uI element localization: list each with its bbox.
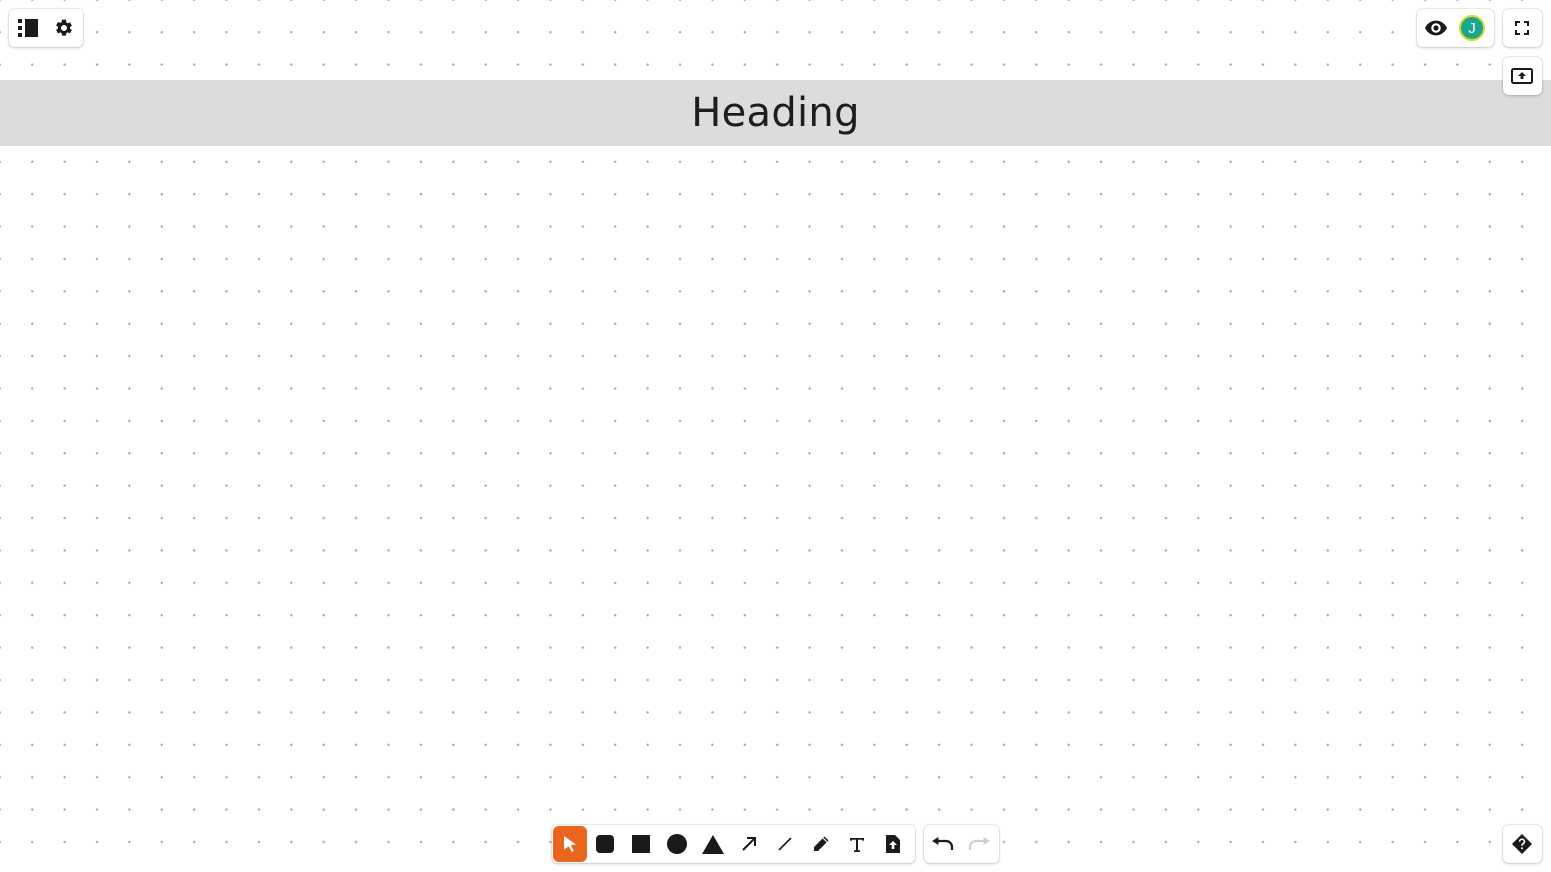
cursor-icon [564,836,576,852]
pages-list-icon [18,19,38,37]
user-avatar-button[interactable]: J [1454,10,1490,46]
fullscreen-icon [1515,21,1529,35]
pages-menu-button[interactable] [10,10,46,46]
tools-toolbar [552,825,915,863]
avatar-initial: J [1468,19,1476,37]
fullscreen-panel [1503,9,1542,47]
tool-line[interactable] [767,826,803,862]
undo-icon [932,837,954,850]
tool-rounded-rectangle[interactable] [587,826,623,862]
heading-text: Heading [691,90,860,136]
file-upload-icon [886,835,900,853]
toggle-visibility-button[interactable] [1418,10,1454,46]
presence-panel: J [1417,9,1494,47]
tool-triangle[interactable] [695,826,731,862]
upload-icon [1511,68,1533,84]
tool-rectangle[interactable] [623,826,659,862]
history-toolbar [924,825,999,863]
eye-icon [1425,20,1447,36]
fullscreen-button[interactable] [1504,10,1540,46]
share-panel [1503,57,1542,95]
redo-button[interactable] [961,826,997,862]
square-icon [632,835,650,853]
help-button[interactable] [1504,826,1540,862]
share-button[interactable] [1504,58,1540,94]
rounded-square-icon [596,835,614,853]
tool-asset[interactable] [875,826,911,862]
tool-text[interactable] [839,826,875,862]
tool-select[interactable] [553,826,587,862]
redo-icon [968,837,990,850]
avatar: J [1459,15,1485,41]
text-icon [850,838,864,852]
undo-button[interactable] [925,826,961,862]
top-left-menu [9,9,83,47]
settings-button[interactable] [46,10,82,46]
line-icon [778,837,792,851]
triangle-icon [702,834,724,854]
tool-arrow[interactable] [731,826,767,862]
arrow-icon [742,837,756,851]
heading-shape[interactable]: Heading [0,80,1551,146]
help-panel [1503,825,1542,863]
tool-draw[interactable] [803,826,839,862]
help-icon [1512,834,1532,854]
pencil-icon [814,836,829,851]
circle-icon [667,834,687,854]
gear-icon [56,19,72,36]
tool-ellipse[interactable] [659,826,695,862]
